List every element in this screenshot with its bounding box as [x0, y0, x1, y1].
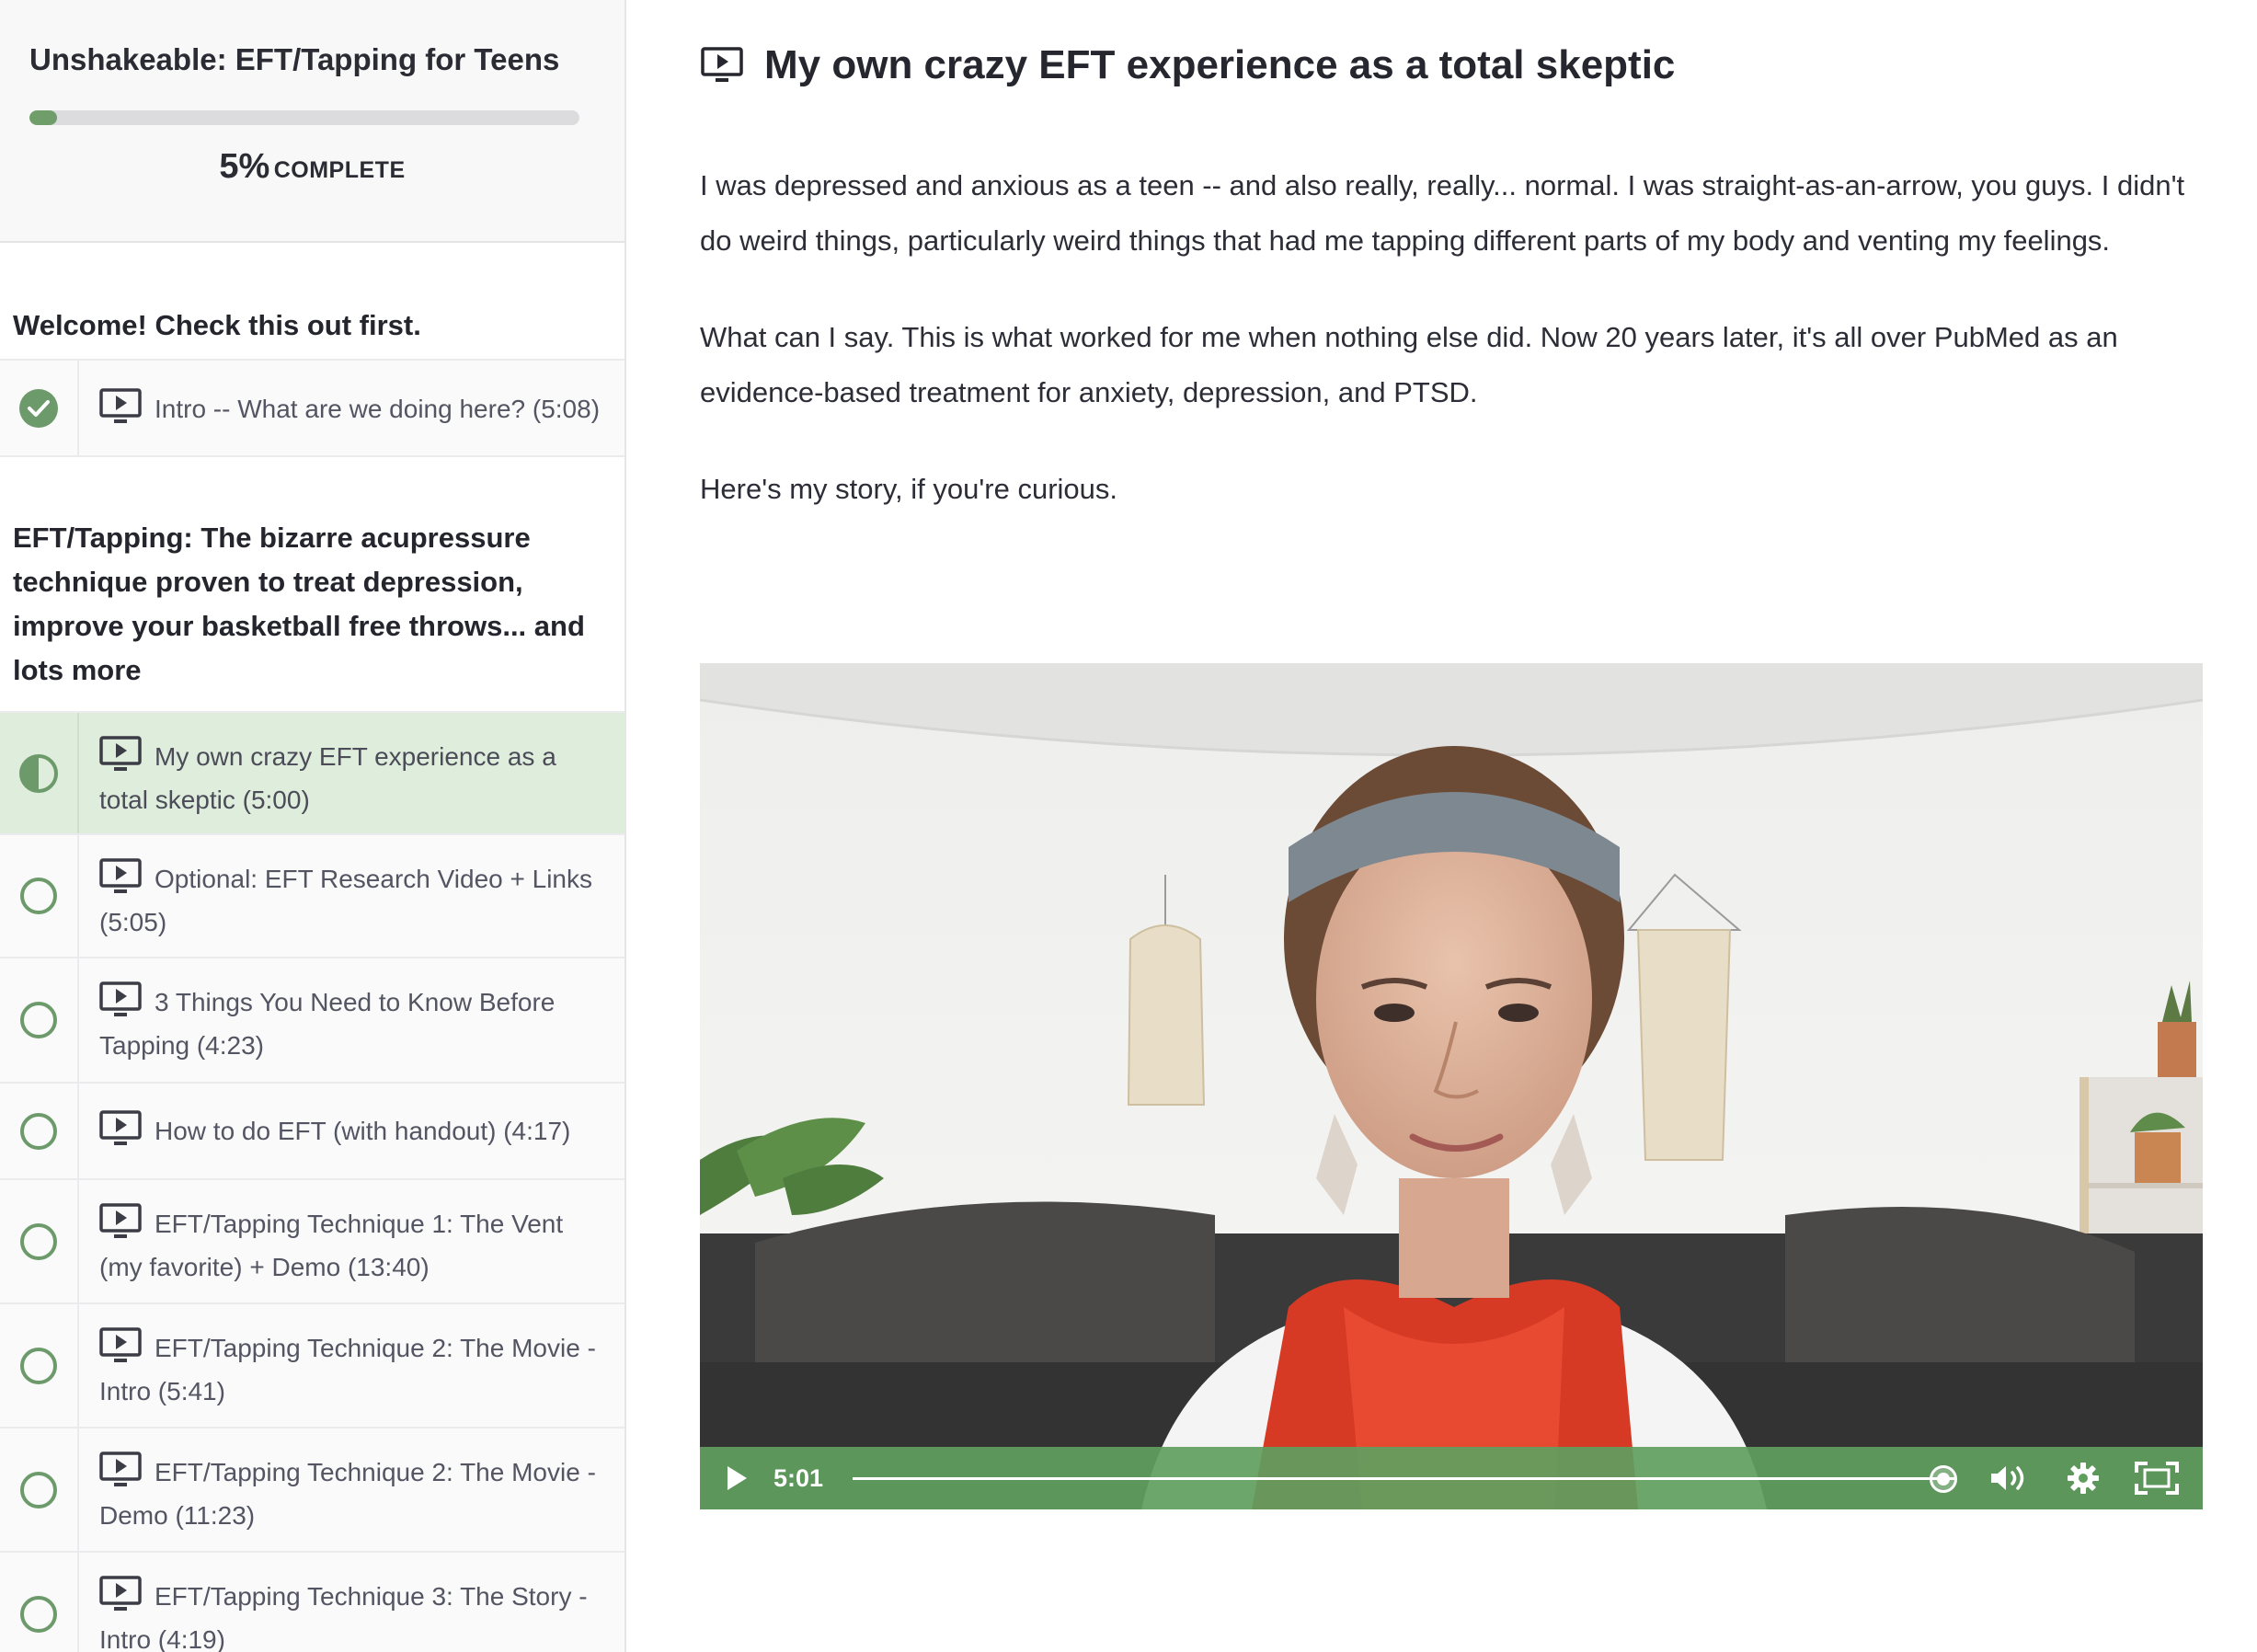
section-title-eft-tapping: EFT/Tapping: The bizarre acupressure tec…	[0, 455, 624, 711]
lesson-body: EFT/Tapping Technique 3: The Story - Int…	[79, 1553, 624, 1652]
video-scrubber[interactable]	[853, 1447, 1958, 1509]
lesson-body: 3 Things You Need to Know Before Tapping…	[79, 958, 624, 1082]
lesson-status	[0, 1304, 79, 1427]
lesson-body: EFT/Tapping Technique 1: The Vent (my fa…	[79, 1180, 624, 1302]
course-progress-bar	[29, 110, 579, 125]
lesson-item-technique-2-demo[interactable]: EFT/Tapping Technique 2: The Movie - Dem…	[0, 1427, 624, 1551]
video-lesson-icon	[99, 1576, 142, 1611]
lesson-status	[0, 713, 79, 833]
lesson-title: My own crazy EFT experience as a total s…	[99, 742, 556, 814]
lesson-body: EFT/Tapping Technique 2: The Movie - Int…	[79, 1304, 624, 1427]
lesson-title: Intro -- What are we doing here? (5:08)	[155, 395, 601, 423]
paragraph: What can I say. This is what worked for …	[700, 321, 2118, 408]
play-icon	[728, 1466, 747, 1490]
lesson-status	[0, 1553, 79, 1652]
progress-percent: 5%	[219, 147, 270, 186]
lesson-title: How to do EFT (with handout) (4:17)	[155, 1117, 571, 1145]
volume-icon	[1991, 1466, 2024, 1490]
empty-circle-icon	[20, 878, 57, 914]
lesson-status	[0, 1180, 79, 1302]
progress-label: 5% COMPLETE	[29, 147, 595, 187]
scrub-track	[853, 1477, 1954, 1480]
check-circle-icon	[19, 388, 58, 428]
half-circle-icon	[19, 753, 58, 793]
section-title-welcome: Welcome! Check this out first.	[0, 243, 624, 359]
empty-circle-icon	[20, 1471, 57, 1509]
video-lesson-icon	[99, 388, 142, 423]
lesson-title: EFT/Tapping Technique 3: The Story - Int…	[99, 1582, 588, 1652]
lesson-status	[0, 958, 79, 1082]
lesson-text: I was depressed and anxious as a teen --…	[700, 158, 2208, 558]
video-lesson-icon	[99, 1110, 142, 1145]
lesson-item-technique-1[interactable]: EFT/Tapping Technique 1: The Vent (my fa…	[0, 1178, 624, 1302]
lesson-item-current[interactable]: My own crazy EFT experience as a total s…	[0, 711, 624, 833]
lesson-title: 3 Things You Need to Know Before Tapping…	[99, 988, 556, 1060]
lesson-title: EFT/Tapping Technique 2: The Movie - Dem…	[99, 1458, 596, 1530]
lesson-heading: My own crazy EFT experience as a total s…	[700, 42, 1675, 88]
empty-circle-icon	[20, 1002, 57, 1038]
empty-circle-icon	[20, 1222, 57, 1260]
empty-circle-icon	[20, 1347, 57, 1384]
lesson-title: EFT/Tapping Technique 2: The Movie - Int…	[99, 1334, 596, 1405]
video-lesson-icon	[99, 736, 142, 771]
video-lesson-icon	[99, 858, 142, 893]
lesson-status	[0, 361, 79, 455]
volume-button[interactable]	[1973, 1447, 2046, 1509]
lesson-item-technique-3-intro[interactable]: EFT/Tapping Technique 3: The Story - Int…	[0, 1551, 624, 1652]
paragraph: I was depressed and anxious as a teen --…	[700, 169, 2185, 257]
lesson-item-how-to-do-eft[interactable]: How to do EFT (with handout) (4:17)	[0, 1082, 624, 1178]
settings-gear-icon	[2068, 1463, 2099, 1494]
video-time: 5:01	[773, 1463, 824, 1492]
lesson-body: How to do EFT (with handout) (4:17)	[79, 1084, 624, 1178]
empty-circle-icon	[20, 1112, 57, 1150]
video-lesson-icon	[99, 1327, 142, 1362]
course-header: Unshakeable: EFT/Tapping for Teens 5% CO…	[0, 0, 624, 243]
lesson-body: Intro -- What are we doing here? (5:08)	[79, 361, 624, 455]
scrub-handle[interactable]	[1930, 1465, 1958, 1493]
paragraph: Here's my story, if you're curious.	[700, 473, 1117, 505]
video-lesson-icon	[99, 981, 142, 1016]
course-sidebar: Unshakeable: EFT/Tapping for Teens 5% CO…	[0, 0, 626, 1652]
video-lesson-icon	[99, 1451, 142, 1486]
lesson-item-three-things[interactable]: 3 Things You Need to Know Before Tapping…	[0, 957, 624, 1082]
lesson-item-technique-2-intro[interactable]: EFT/Tapping Technique 2: The Movie - Int…	[0, 1302, 624, 1427]
settings-button[interactable]	[2046, 1447, 2120, 1509]
lesson-body: My own crazy EFT experience as a total s…	[79, 713, 624, 833]
lesson-title: EFT/Tapping Technique 1: The Vent (my fa…	[99, 1210, 564, 1281]
lesson-status	[0, 1428, 79, 1551]
lesson-title: Optional: EFT Research Video + Links (5:…	[99, 865, 592, 936]
lesson-content: My own crazy EFT experience as a total s…	[700, 0, 2203, 1652]
course-progress-fill	[29, 110, 57, 125]
video-player[interactable]: 5:01	[700, 663, 2203, 1509]
progress-complete-word: COMPLETE	[273, 157, 406, 183]
video-controls: 5:01	[700, 1447, 2203, 1509]
lesson-item-research-video[interactable]: Optional: EFT Research Video + Links (5:…	[0, 833, 624, 957]
lesson-body: Optional: EFT Research Video + Links (5:…	[79, 835, 624, 957]
play-button[interactable]	[700, 1447, 773, 1509]
fullscreen-button[interactable]	[2120, 1447, 2194, 1509]
lesson-status	[0, 835, 79, 957]
lesson-item-intro[interactable]: Intro -- What are we doing here? (5:08)	[0, 359, 624, 455]
video-frame	[700, 663, 2203, 1509]
empty-circle-icon	[20, 1595, 57, 1633]
lesson-body: EFT/Tapping Technique 2: The Movie - Dem…	[79, 1428, 624, 1551]
video-lesson-icon	[701, 47, 743, 82]
video-lesson-icon	[99, 1203, 142, 1238]
lesson-status	[0, 1084, 79, 1178]
fullscreen-icon	[2135, 1462, 2179, 1495]
course-title[interactable]: Unshakeable: EFT/Tapping for Teens	[29, 40, 595, 79]
lesson-title: My own crazy EFT experience as a total s…	[764, 42, 1676, 87]
